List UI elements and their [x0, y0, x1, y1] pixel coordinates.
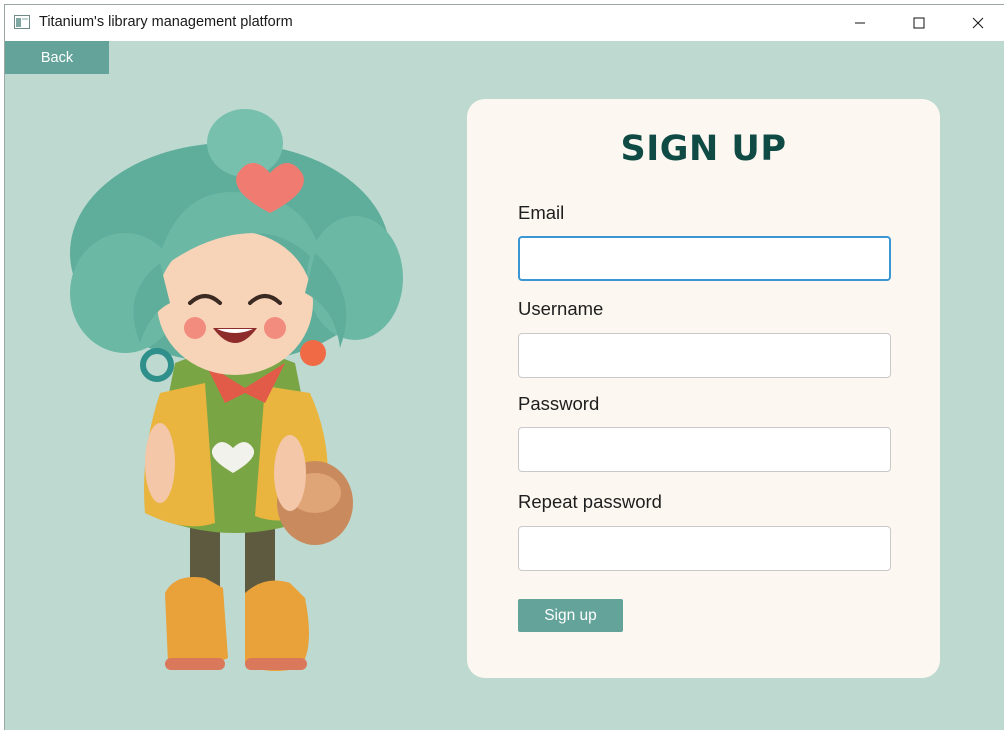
close-button[interactable] — [949, 5, 1004, 41]
page-title: SIGN UP — [620, 129, 787, 169]
username-field[interactable] — [518, 333, 891, 378]
app-window-icon — [14, 15, 30, 29]
app-window: Titanium's library management platform B… — [4, 4, 1004, 730]
sign-up-button[interactable]: Sign up — [518, 599, 623, 632]
back-button[interactable]: Back — [5, 41, 109, 74]
window-title: Titanium's library management platform — [39, 14, 293, 30]
signup-card: SIGN UP Email Username Password Repeat p… — [467, 99, 940, 678]
repeat-password-label: Repeat password — [518, 491, 662, 512]
repeat-password-field[interactable] — [518, 526, 891, 571]
main-content: Back SIGN UP Email Username Password Rep… — [5, 41, 1004, 730]
minimize-icon — [855, 22, 865, 24]
email-label: Email — [518, 202, 565, 223]
character-illustration — [70, 109, 403, 672]
close-icon — [972, 17, 984, 29]
minimize-button[interactable] — [831, 5, 889, 41]
email-field[interactable] — [518, 236, 891, 281]
username-label: Username — [518, 298, 604, 319]
password-label: Password — [518, 393, 600, 414]
maximize-icon — [913, 17, 925, 29]
title-bar: Titanium's library management platform — [5, 5, 1004, 41]
password-field[interactable] — [518, 427, 891, 472]
maximize-button[interactable] — [890, 5, 948, 41]
